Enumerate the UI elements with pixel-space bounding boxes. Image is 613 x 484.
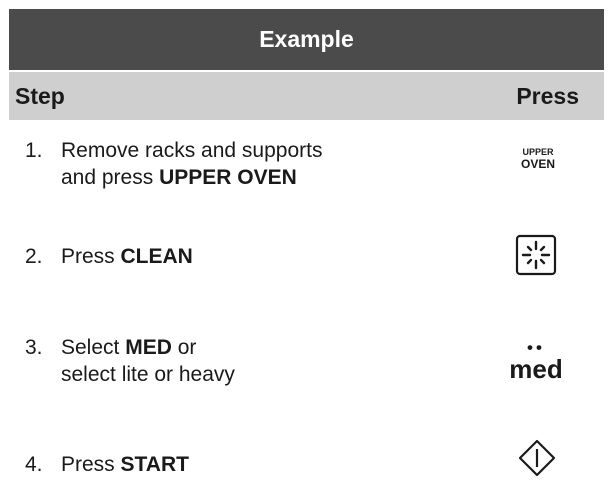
table-title: Example	[9, 9, 604, 70]
step-text: Remove racks and supports and press UPPE…	[61, 137, 322, 191]
step-text: Select MED or select lite or heavy	[61, 334, 235, 388]
step-keyword: START	[120, 453, 189, 476]
step-keyword: CLEAN	[120, 245, 193, 268]
step-column-header: Step	[15, 82, 65, 109]
step-text-line2: and press	[61, 166, 160, 189]
step-number: 2.	[25, 245, 43, 268]
step-3: 3. Select MED or select lite or heavy	[25, 334, 235, 388]
med-key: •• med	[508, 339, 564, 384]
med-key-label: med	[509, 354, 563, 384]
step-text-line1: Remove racks and supports	[61, 139, 323, 162]
press-column-header: Press	[516, 82, 579, 109]
step-number: 3.	[25, 336, 43, 359]
step-text-pre: Press	[61, 245, 121, 268]
step-text-pre: Press	[61, 453, 121, 476]
step-text-post: or	[171, 336, 197, 359]
step-2: 2. Press CLEAN	[25, 243, 193, 270]
step-1: 1. Remove racks and supports and press U…	[25, 137, 322, 191]
step-keyword: UPPER OVEN	[159, 166, 297, 189]
start-diamond-icon	[517, 438, 557, 483]
upper-oven-key-line2: OVEN	[520, 157, 555, 171]
upper-oven-key: UPPER OVEN	[505, 146, 571, 170]
step-number: 1.	[25, 139, 43, 162]
step-text: Press CLEAN	[61, 243, 193, 270]
step-number: 4.	[25, 453, 43, 476]
table-header: Step Press	[9, 72, 604, 120]
title-text: Example	[259, 26, 354, 52]
step-keyword: MED	[125, 336, 172, 359]
step-text-pre: Select	[61, 336, 126, 359]
clean-sparkle-icon	[515, 234, 557, 281]
step-4: 4. Press START	[25, 451, 189, 478]
step-text-line2: select lite or heavy	[61, 363, 235, 386]
step-text: Press START	[61, 451, 189, 478]
